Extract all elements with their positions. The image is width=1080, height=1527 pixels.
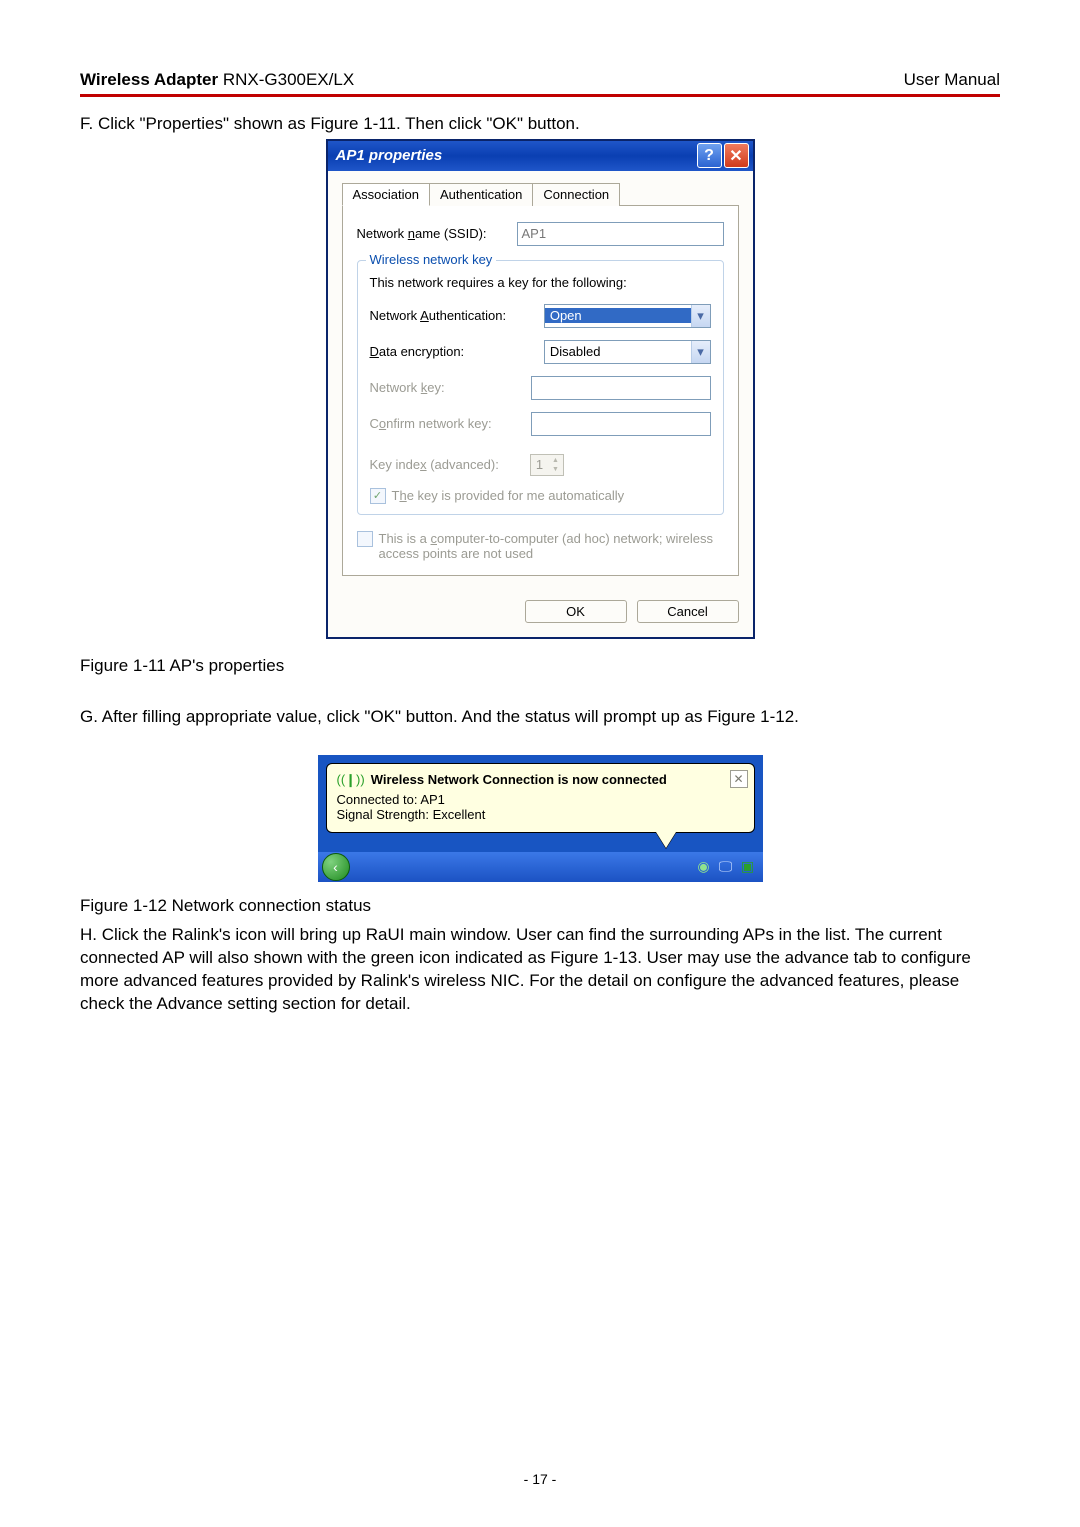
- auto-key-label: The key is provided for me automatically: [392, 488, 625, 503]
- tab-authentication[interactable]: Authentication: [429, 183, 533, 206]
- tray-ralink-icon[interactable]: ▣: [739, 858, 757, 876]
- dialog-titlebar[interactable]: AP1 properties ? ✕: [328, 141, 753, 171]
- ssid-row: Network name (SSID): AP1: [357, 222, 724, 246]
- manual-page: Wireless Adapter RNX-G300EX/LX User Manu…: [0, 0, 1080, 1527]
- auth-combo[interactable]: Open ▾: [544, 304, 711, 328]
- confirm-key-row: Confirm network key:: [370, 412, 711, 436]
- header-divider: [80, 94, 1000, 97]
- chevron-down-icon: ▾: [691, 341, 710, 363]
- confirm-key-label: Confirm network key:: [370, 416, 531, 431]
- balloon-line-2: Signal Strength: Excellent: [337, 807, 744, 822]
- balloon-line-1: Connected to: AP1: [337, 792, 744, 807]
- auth-label: Network Authentication:: [370, 308, 544, 323]
- step-h-text: H. Click the Ralink's icon will bring up…: [80, 924, 1000, 1016]
- tab-association[interactable]: Association: [342, 183, 430, 206]
- encryption-row: Data encryption: Disabled ▾: [370, 340, 711, 364]
- requires-text: This network requires a key for the foll…: [370, 275, 711, 290]
- page-header-right: User Manual: [904, 70, 1000, 90]
- auto-key-row: ✓ The key is provided for me automatical…: [370, 488, 711, 504]
- connection-status-figure: ((❙)) Wireless Network Connection is now…: [318, 755, 763, 882]
- start-button[interactable]: ‹: [322, 853, 350, 881]
- tray-network-icon[interactable]: 🖵: [717, 858, 735, 876]
- network-key-input: [531, 376, 711, 400]
- wireless-key-group: Wireless network key This network requir…: [357, 260, 724, 515]
- wireless-key-legend: Wireless network key: [366, 252, 497, 267]
- confirm-key-input: [531, 412, 711, 436]
- encryption-label: Data encryption:: [370, 344, 544, 359]
- figure-1-12-caption: Figure 1-12 Network connection status: [80, 896, 1000, 916]
- balloon-title: Wireless Network Connection is now conne…: [371, 772, 667, 787]
- adhoc-label: This is a computer-to-computer (ad hoc) …: [379, 531, 724, 561]
- ap-properties-dialog: AP1 properties ? ✕ Association Authentic…: [327, 140, 754, 638]
- balloon-close-button[interactable]: ✕: [730, 770, 748, 788]
- tray-wireless-icon[interactable]: ◉: [695, 858, 713, 876]
- encryption-combo[interactable]: Disabled ▾: [544, 340, 711, 364]
- key-index-row: Key index (advanced): 1 ▲▼: [370, 454, 711, 476]
- ssid-label: Network name (SSID):: [357, 226, 517, 241]
- product-title: Wireless Adapter RNX-G300EX/LX: [80, 70, 354, 90]
- step-g-text: G. After filling appropriate value, clic…: [80, 706, 1000, 729]
- page-number: - 17 -: [0, 1471, 1080, 1487]
- taskbar: ‹ ◉ 🖵 ▣: [318, 852, 763, 882]
- tab-connection[interactable]: Connection: [532, 183, 620, 206]
- figure-1-11-caption: Figure 1-11 AP's properties: [80, 656, 1000, 676]
- dialog-tabs: Association Authentication Connection: [342, 183, 739, 206]
- tab-panel-association: Network name (SSID): AP1 Wireless networ…: [342, 205, 739, 576]
- titlebar-help-button[interactable]: ?: [697, 143, 722, 168]
- key-index-label: Key index (advanced):: [370, 457, 530, 472]
- adhoc-checkbox: ✓: [357, 531, 373, 547]
- balloon-tooltip: ((❙)) Wireless Network Connection is now…: [326, 763, 755, 833]
- network-key-row: Network key:: [370, 376, 711, 400]
- wireless-icon: ((❙)): [337, 772, 365, 788]
- titlebar-close-button[interactable]: ✕: [724, 143, 749, 168]
- page-header: Wireless Adapter RNX-G300EX/LX User Manu…: [80, 70, 1000, 94]
- chevron-down-icon: ▾: [691, 305, 710, 327]
- cancel-button[interactable]: Cancel: [637, 600, 739, 623]
- dialog-body: Association Authentication Connection Ne…: [328, 171, 753, 590]
- step-f-text: F. Click "Properties" shown as Figure 1-…: [80, 113, 1000, 136]
- auto-key-checkbox: ✓: [370, 488, 386, 504]
- ok-button[interactable]: OK: [525, 600, 627, 623]
- dialog-title: AP1 properties: [336, 147, 443, 164]
- network-key-label: Network key:: [370, 380, 531, 395]
- key-index-spinner: 1 ▲▼: [530, 454, 564, 476]
- ssid-input[interactable]: AP1: [517, 222, 724, 246]
- auth-row: Network Authentication: Open ▾: [370, 304, 711, 328]
- adhoc-row: ✓ This is a computer-to-computer (ad hoc…: [357, 531, 724, 561]
- dialog-button-bar: OK Cancel: [328, 590, 753, 637]
- balloon-tail: [656, 832, 676, 848]
